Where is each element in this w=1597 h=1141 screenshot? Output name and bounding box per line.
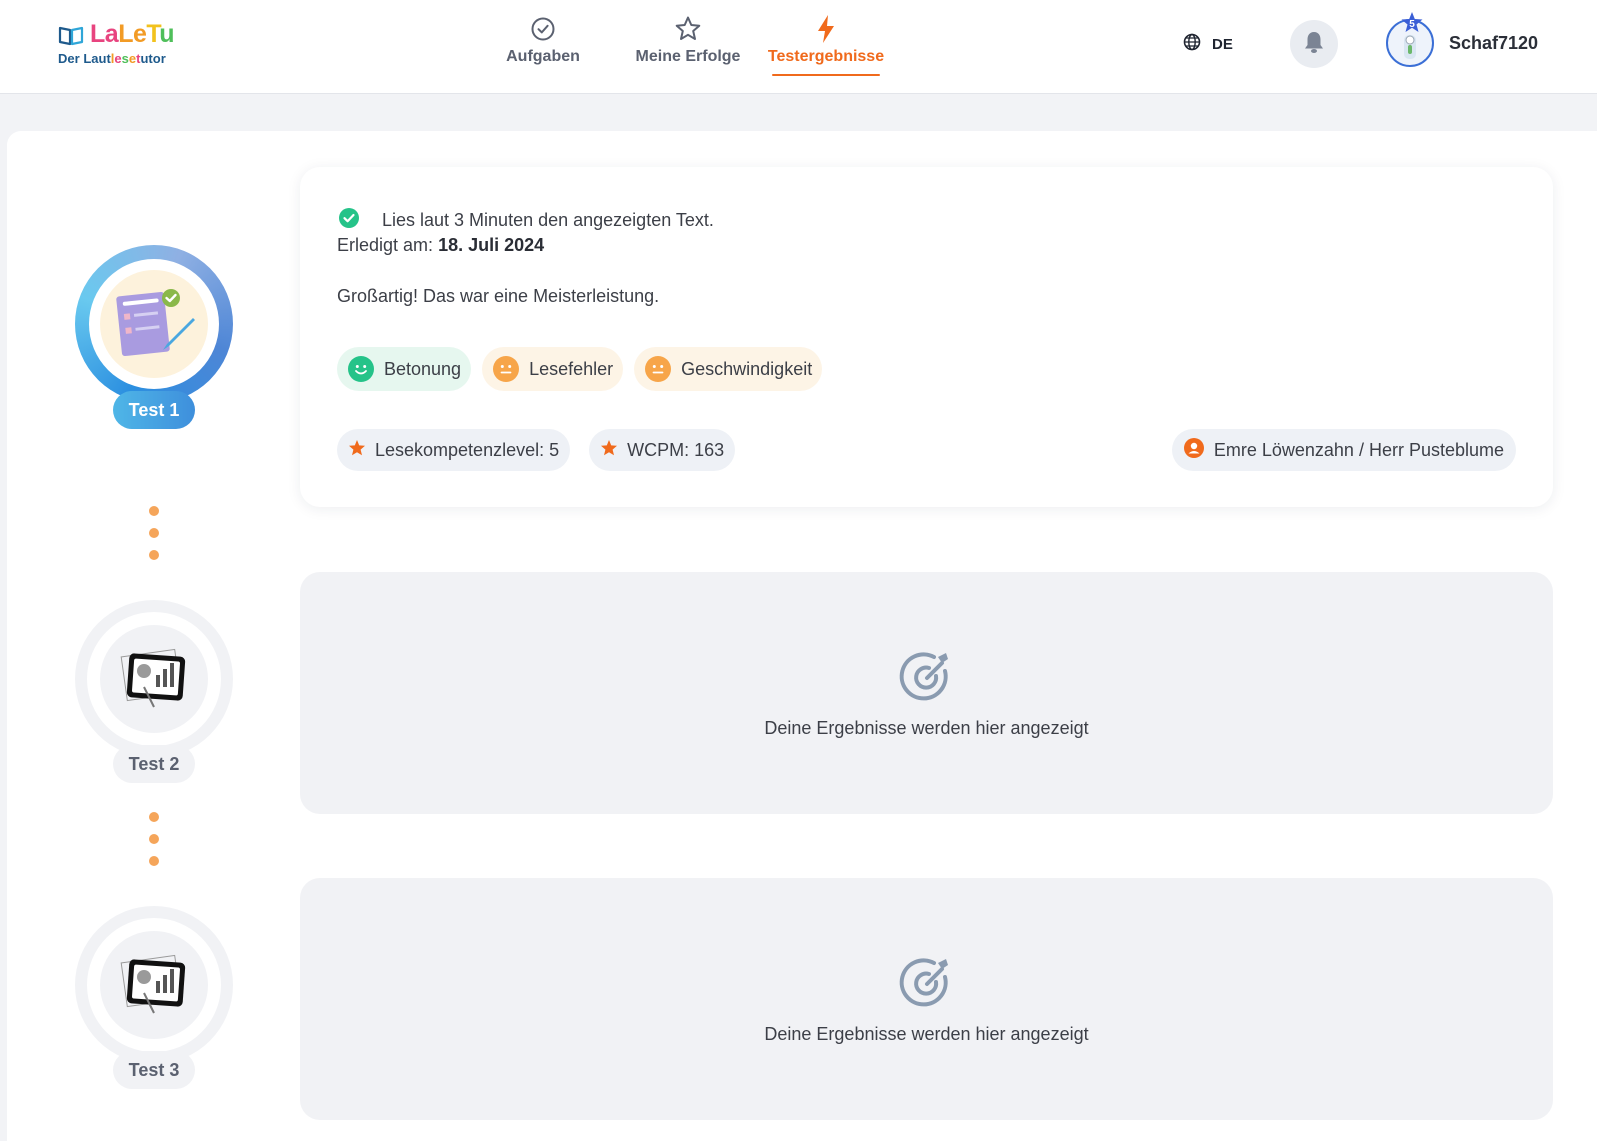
feedback-text: Großartig! Das war eine Meisterleistung. bbox=[337, 286, 660, 306]
book-icon bbox=[58, 24, 84, 46]
stat-wcpm: WCPM: 163 bbox=[589, 429, 736, 471]
rating-chip-betonung: Betonung bbox=[337, 347, 472, 391]
happy-face-icon bbox=[348, 356, 374, 382]
stat-reading-level: Lesekompetenzlevel: 5 bbox=[337, 429, 571, 471]
completion-date: Erledigt am: 18. Juli 2024 bbox=[337, 235, 544, 256]
logo-subtitle: Der Lautlesetutor bbox=[58, 51, 166, 66]
placeholder-text: Deine Ergebnisse werden hier angezeigt bbox=[764, 1024, 1089, 1044]
tablet-chart-illustration bbox=[100, 931, 208, 1039]
check-badge-icon bbox=[338, 207, 360, 234]
stat-label: Lesekompetenzlevel: 5 bbox=[375, 439, 560, 460]
teacher-chip: Emre Löwenzahn / Herr Pusteblume bbox=[1171, 429, 1516, 471]
teacher-name: Emre Löwenzahn / Herr Pusteblume bbox=[1213, 439, 1504, 460]
language-selector[interactable]: DE bbox=[1183, 33, 1233, 55]
rating-chips: Betonung Lesefehler Geschwindigkeit bbox=[337, 347, 823, 391]
level-star-badge: 5 bbox=[1400, 11, 1424, 35]
star-icon bbox=[600, 439, 618, 462]
logo-title: LaLeTu bbox=[90, 20, 175, 48]
person-icon bbox=[1183, 437, 1204, 463]
test-3-step[interactable] bbox=[75, 906, 233, 1064]
level-number: 5 bbox=[1409, 19, 1415, 30]
test-3-result-placeholder: Deine Ergebnisse werden hier angezeigt bbox=[300, 878, 1553, 1120]
nav-label: Aufgaben bbox=[506, 48, 580, 65]
checklist-illustration bbox=[100, 270, 208, 378]
rating-chip-lesefehler: Lesefehler bbox=[482, 347, 624, 391]
language-code: DE bbox=[1212, 35, 1233, 53]
test-1-label[interactable]: Test 1 bbox=[113, 391, 195, 429]
rating-label: Betonung bbox=[384, 358, 462, 379]
star-outline-icon bbox=[673, 14, 703, 44]
neutral-face-icon bbox=[493, 356, 520, 382]
test-3-label[interactable]: Test 3 bbox=[113, 1051, 195, 1089]
check-circle-icon bbox=[528, 14, 558, 44]
target-icon bbox=[898, 649, 956, 707]
laletu-logo[interactable]: LaLeTu Der Lautlesetutor bbox=[58, 20, 175, 66]
nav-label: Meine Erfolge bbox=[635, 48, 741, 65]
nav-tab-meine-erfolge[interactable]: Meine Erfolge bbox=[618, 14, 758, 66]
completion-date-value: 18. Juli 2024 bbox=[438, 235, 545, 255]
neutral-face-icon bbox=[645, 356, 672, 382]
top-header: LaLeTu Der Lautlesetutor Aufgaben Meine … bbox=[0, 0, 1597, 94]
test-1-step[interactable] bbox=[75, 245, 233, 403]
main-nav: Aufgaben Meine Erfolge Testergebnisse bbox=[470, 14, 892, 76]
stat-label: WCPM: 163 bbox=[627, 439, 725, 460]
task-line: Lies laut 3 Minuten den angezeigten Text… bbox=[338, 207, 714, 234]
nav-tab-testergebnisse[interactable]: Testergebnisse bbox=[760, 14, 892, 76]
star-icon bbox=[348, 439, 366, 462]
nav-tab-aufgaben[interactable]: Aufgaben bbox=[470, 14, 616, 66]
step-connector bbox=[149, 812, 159, 878]
rating-label: Geschwindigkeit bbox=[681, 358, 813, 379]
placeholder-text: Deine Ergebnisse werden hier angezeigt bbox=[764, 718, 1089, 738]
step-connector bbox=[149, 506, 159, 572]
rating-label: Lesefehler bbox=[529, 358, 614, 379]
completion-date-label: Erledigt am: bbox=[337, 235, 434, 255]
task-description: Lies laut 3 Minuten den angezeigten Text… bbox=[382, 210, 714, 230]
target-icon bbox=[898, 955, 956, 1013]
notifications-button[interactable] bbox=[1290, 20, 1338, 68]
test-2-step[interactable] bbox=[75, 600, 233, 758]
globe-icon bbox=[1183, 33, 1201, 55]
rating-chip-geschwindigkeit: Geschwindigkeit bbox=[634, 347, 823, 391]
user-avatar[interactable]: 5 bbox=[1386, 12, 1434, 67]
test-1-result-card: Lies laut 3 Minuten den angezeigten Text… bbox=[300, 167, 1553, 507]
username[interactable]: Schaf7120 bbox=[1449, 33, 1538, 54]
test-2-result-placeholder: Deine Ergebnisse werden hier angezeigt bbox=[300, 572, 1553, 814]
tablet-chart-illustration bbox=[100, 625, 208, 733]
test-2-label[interactable]: Test 2 bbox=[113, 745, 195, 783]
bell-icon bbox=[1303, 30, 1325, 59]
stat-chips: Lesekompetenzlevel: 5 WCPM: 163 bbox=[337, 429, 736, 471]
lightning-icon bbox=[811, 14, 841, 44]
nav-label: Testergebnisse bbox=[767, 48, 885, 65]
